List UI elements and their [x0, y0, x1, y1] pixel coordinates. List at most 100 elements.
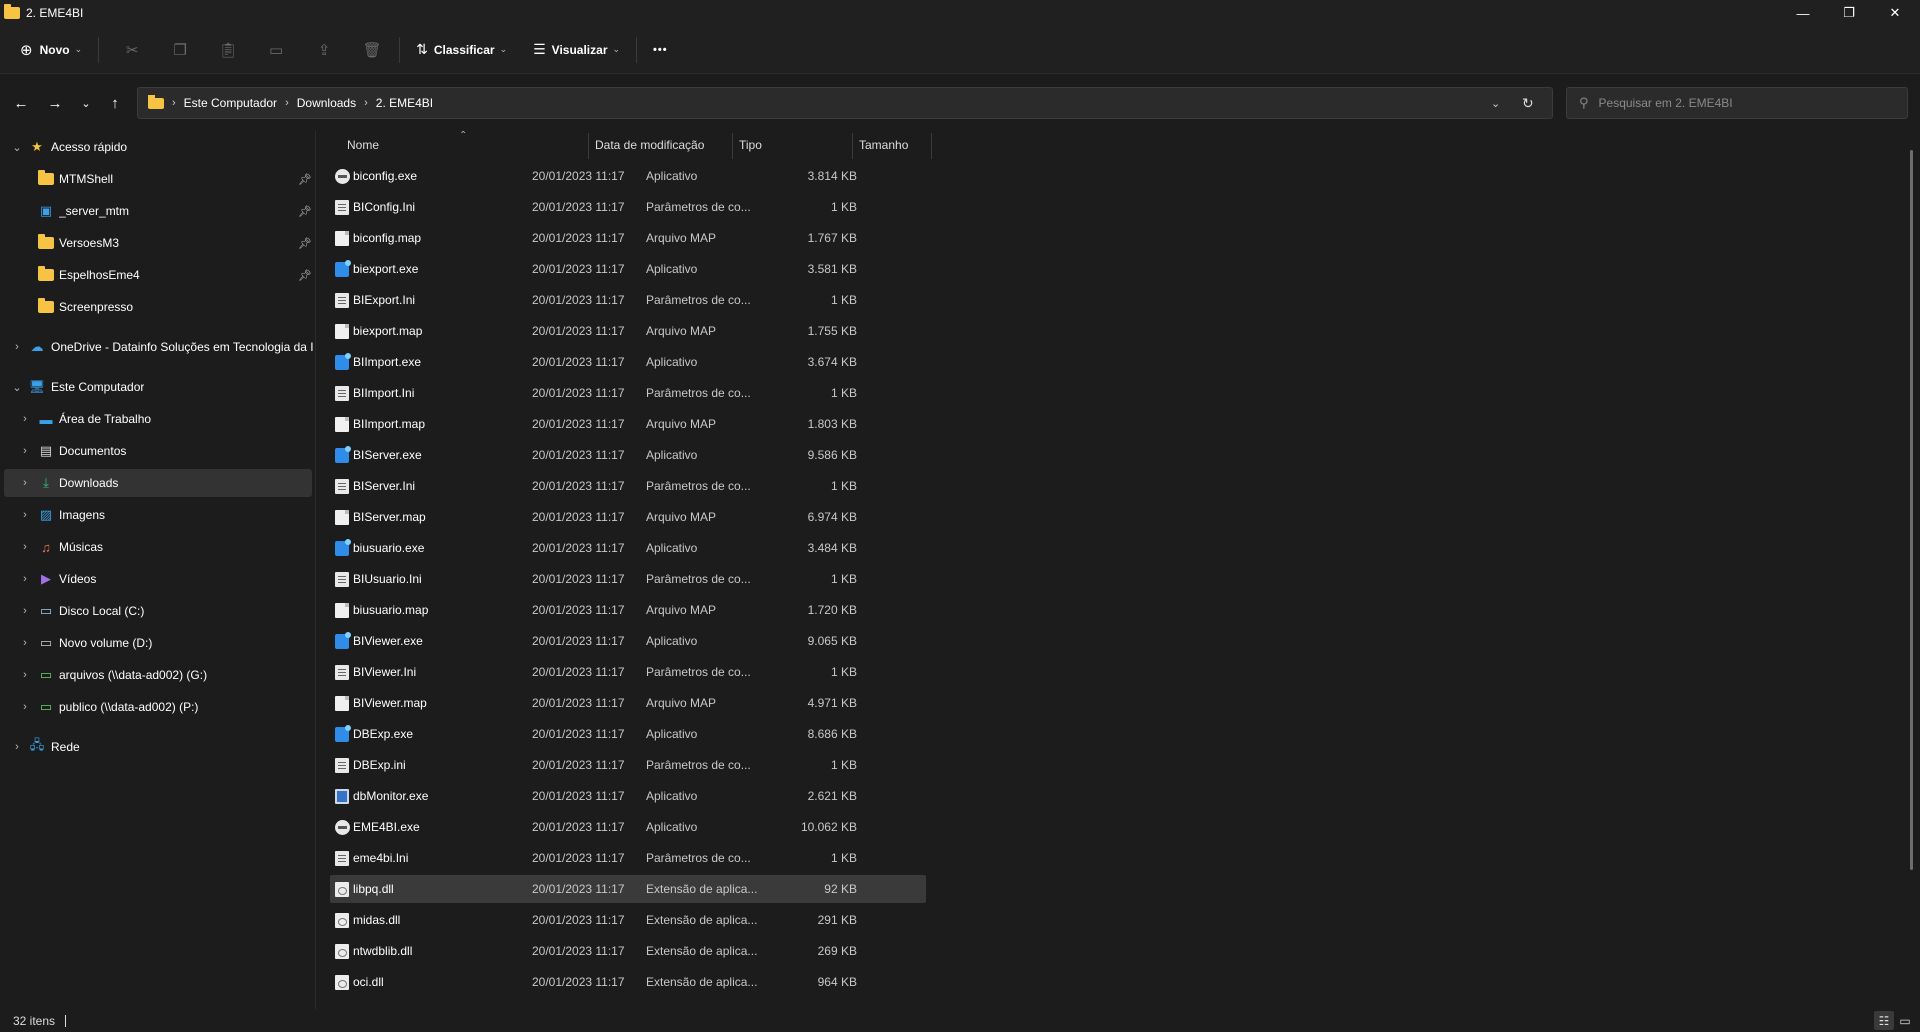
chevron-right-icon[interactable]: › — [18, 509, 32, 521]
column-divider[interactable] — [588, 133, 589, 159]
pin-icon[interactable]: 📌︎ — [298, 173, 312, 186]
file-row[interactable]: biexport.map 20/01/2023 11:17 Arquivo MAP 1… — [330, 317, 926, 345]
new-button[interactable]: ⊕ Novo ⌄ — [12, 34, 90, 66]
file-row[interactable]: BIExport.Ini 20/01/2023 11:17 Parâmetros d… — [330, 286, 926, 314]
share-icon[interactable]: ⇪ — [309, 34, 339, 66]
close-button[interactable]: ✕ — [1872, 0, 1918, 26]
delete-icon[interactable]: 🗑︎ — [357, 34, 387, 66]
file-row[interactable]: BIViewer.Ini 20/01/2023 11:17 Parâmetros d… — [330, 658, 926, 686]
chevron-right-icon[interactable]: › — [18, 573, 32, 585]
file-row[interactable]: dbMonitor.exe 20/01/2023 11:17 Aplicativo 2… — [330, 782, 926, 810]
chevron-down-icon[interactable]: ⌄ — [10, 381, 24, 394]
file-row[interactable]: biconfig.exe 20/01/2023 11:17 Aplicativo 3.… — [330, 162, 926, 190]
column-header-size[interactable]: Tamanho — [859, 131, 908, 159]
chevron-down-icon[interactable]: ⌄ — [10, 141, 24, 154]
restore-button[interactable]: ❐ — [1826, 0, 1872, 26]
up-arrow-icon[interactable]: ↑ — [101, 91, 129, 115]
chevron-right-icon[interactable]: › — [10, 741, 24, 753]
recent-locations-chevron-icon[interactable]: ⌄ — [72, 91, 100, 115]
view-button[interactable]: ☰ Visualizar ⌄ — [525, 34, 628, 66]
address-bar[interactable]: › Este Computador › Downloads › 2. EME4B… — [137, 87, 1553, 119]
file-row[interactable]: oci.dll 20/01/2023 11:17 Extensão de aplic… — [330, 968, 926, 996]
chevron-right-icon[interactable]: › — [10, 341, 24, 353]
sidebar-item-espelhoseme4[interactable]: EspelhosEme4 📌︎ — [4, 261, 312, 289]
sidebar-item-desktop[interactable]: › ▬ Área de Trabalho — [4, 405, 312, 433]
sidebar-item-volume-d[interactable]: › ▭ Novo volume (D:) — [4, 629, 312, 657]
file-row[interactable]: EME4BI.exe 20/01/2023 11:17 Aplicativo 10.0… — [330, 813, 926, 841]
search-box[interactable]: ⚲ — [1566, 87, 1908, 119]
breadcrumb-this-pc[interactable]: Este Computador — [184, 96, 277, 110]
sort-button[interactable]: ⇅ Classificar ⌄ — [408, 34, 515, 66]
chevron-right-icon[interactable]: › — [18, 701, 32, 713]
breadcrumb-current-folder[interactable]: 2. EME4BI — [376, 96, 433, 110]
minimize-button[interactable]: — — [1780, 0, 1826, 26]
chevron-right-icon[interactable]: › — [18, 445, 32, 457]
file-row[interactable]: BIViewer.map 20/01/2023 11:17 Arquivo MAP 4… — [330, 689, 926, 717]
pin-icon[interactable]: 📌︎ — [298, 205, 312, 218]
large-icons-view-icon[interactable]: ▭ — [1895, 1011, 1915, 1030]
file-row[interactable]: eme4bi.Ini 20/01/2023 11:17 Parâmetros de … — [330, 844, 926, 872]
file-row[interactable]: biusuario.map 20/01/2023 11:17 Arquivo MAP… — [330, 596, 926, 624]
sidebar-item-versoesm3[interactable]: VersoesM3 📌︎ — [4, 229, 312, 257]
sidebar-item-this-pc[interactable]: ⌄ 🖥︎ Este Computador — [4, 373, 312, 401]
file-row[interactable]: BIServer.map 20/01/2023 11:17 Arquivo MAP 6… — [330, 503, 926, 531]
file-row[interactable]: BIUsuario.Ini 20/01/2023 11:17 Parâmetros … — [330, 565, 926, 593]
sidebar-item-documents[interactable]: › ▤ Documentos — [4, 437, 312, 465]
column-divider[interactable] — [852, 133, 853, 159]
file-row[interactable]: biexport.exe 20/01/2023 11:17 Aplicativo 3.… — [330, 255, 926, 283]
file-row[interactable]: ntwdblib.dll 20/01/2023 11:17 Extensão de … — [330, 937, 926, 965]
file-row[interactable]: DBExp.ini 20/01/2023 11:17 Parâmetros de c… — [330, 751, 926, 779]
pin-icon[interactable]: 📌︎ — [298, 237, 312, 250]
sidebar-item-quick-access[interactable]: ⌄ ★ Acesso rápido — [4, 133, 312, 161]
sidebar-item-music[interactable]: › ♫ Músicas — [4, 533, 312, 561]
sidebar-item-server-mtm[interactable]: ▣ _server_mtm 📌︎ — [4, 197, 312, 225]
sidebar-item-network-drive-g[interactable]: › ▭ arquivos (\\data-ad002) (G:) — [4, 661, 312, 689]
file-row[interactable]: BIServer.exe 20/01/2023 11:17 Aplicativo 9.… — [330, 441, 926, 469]
sidebar-item-pictures[interactable]: › ▨ Imagens — [4, 501, 312, 529]
file-row[interactable]: BIImport.Ini 20/01/2023 11:17 Parâmetros d… — [330, 379, 926, 407]
column-divider[interactable] — [931, 133, 932, 159]
chevron-right-icon[interactable]: › — [18, 541, 32, 553]
back-arrow-icon[interactable]: ← — [7, 91, 35, 115]
file-row[interactable]: biconfig.map 20/01/2023 11:17 Arquivo MAP 1… — [330, 224, 926, 252]
search-input[interactable] — [1598, 96, 1889, 110]
file-row[interactable]: BIConfig.Ini 20/01/2023 11:17 Parâmetros d… — [330, 193, 926, 221]
file-row[interactable]: midas.dll 20/01/2023 11:17 Extensão de apl… — [330, 906, 926, 934]
breadcrumb-downloads[interactable]: Downloads — [297, 96, 356, 110]
chevron-right-icon[interactable]: › — [18, 413, 32, 425]
file-row[interactable]: DBExp.exe 20/01/2023 11:17 Aplicativo 8.686… — [330, 720, 926, 748]
copy-icon[interactable]: ❐ — [165, 34, 195, 66]
vertical-scrollbar[interactable] — [1910, 150, 1913, 870]
cut-icon[interactable]: ✂ — [117, 34, 147, 66]
details-view-icon[interactable]: ☷ — [1874, 1011, 1894, 1030]
file-row[interactable]: biusuario.exe 20/01/2023 11:17 Aplicativo 3… — [330, 534, 926, 562]
file-row[interactable]: BIImport.map 20/01/2023 11:17 Arquivo MAP 1… — [330, 410, 926, 438]
chevron-right-icon[interactable]: › — [18, 669, 32, 681]
sidebar-item-videos[interactable]: › ▶ Vídeos — [4, 565, 312, 593]
file-row[interactable]: libpq.dll 20/01/2023 11:17 Extensão de apl… — [330, 875, 926, 903]
file-row[interactable]: BIServer.Ini 20/01/2023 11:17 Parâmetros d… — [330, 472, 926, 500]
sidebar-item-mtmshell[interactable]: MTMShell 📌︎ — [4, 165, 312, 193]
column-divider[interactable] — [732, 133, 733, 159]
sidebar-item-network-drive-p[interactable]: › ▭ publico (\\data-ad002) (P:) — [4, 693, 312, 721]
chevron-right-icon[interactable]: › — [18, 605, 32, 617]
refresh-icon[interactable]: ↻ — [1522, 95, 1534, 112]
column-header-name[interactable]: Nome — [347, 131, 379, 159]
sidebar-item-downloads[interactable]: › ⤓ Downloads — [4, 469, 312, 497]
chevron-right-icon[interactable]: › — [18, 637, 32, 649]
address-history-chevron-icon[interactable]: ⌄ — [1491, 97, 1500, 110]
paste-icon[interactable]: 📋︎ — [213, 34, 243, 66]
sidebar-item-screenpresso[interactable]: Screenpresso — [4, 293, 312, 321]
column-header-date[interactable]: Data de modificação — [595, 131, 704, 159]
sidebar-item-local-disk-c[interactable]: › ▭ Disco Local (C:) — [4, 597, 312, 625]
rename-icon[interactable]: ▭ — [261, 34, 291, 66]
forward-arrow-icon[interactable]: → — [41, 91, 69, 115]
file-row[interactable]: BIImport.exe 20/01/2023 11:17 Aplicativo 3.… — [330, 348, 926, 376]
column-header-type[interactable]: Tipo — [739, 131, 762, 159]
file-row[interactable]: BIViewer.exe 20/01/2023 11:17 Aplicativo 9.… — [330, 627, 926, 655]
more-options-button[interactable]: ••• — [645, 34, 676, 66]
chevron-right-icon[interactable]: › — [18, 477, 32, 489]
sidebar-item-onedrive[interactable]: › ☁ OneDrive - Datainfo Soluções em Tecn… — [4, 333, 313, 361]
sidebar-item-network[interactable]: › 🖧︎ Rede — [4, 733, 312, 761]
pin-icon[interactable]: 📌︎ — [298, 269, 312, 282]
